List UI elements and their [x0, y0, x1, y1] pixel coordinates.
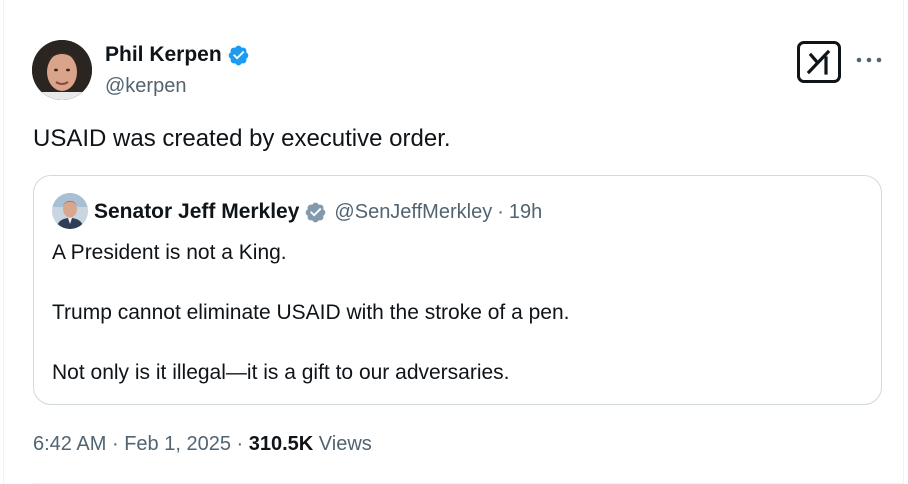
quoted-author-name[interactable]: Senator Jeff Merkley: [94, 199, 299, 225]
author-handle[interactable]: @kerpen: [105, 74, 186, 98]
quoted-tweet[interactable]: Senator Jeff Merkley @SenJeffMerkley · 1…: [33, 175, 882, 405]
more-options-icon: [856, 57, 882, 63]
views-count[interactable]: 310.5K: [249, 433, 314, 455]
tweet-meta: 6:42 AM · Feb 1, 2025 · 310.5K Views: [33, 430, 372, 458]
more-options-button[interactable]: [854, 48, 884, 72]
grok-icon: [806, 49, 831, 75]
author-name-row: Phil Kerpen: [105, 42, 250, 68]
views-label: Views: [318, 433, 372, 455]
meta-separator: ·: [111, 433, 119, 455]
tweet-time[interactable]: 6:42 AM: [33, 433, 106, 455]
tweet-text: USAID was created by executive order.: [33, 125, 451, 152]
quoted-separator: ·: [497, 201, 504, 223]
verified-badge-icon[interactable]: [227, 44, 250, 67]
author-avatar-image: [32, 40, 92, 100]
meta-separator: ·: [236, 433, 244, 455]
author-name[interactable]: Phil Kerpen: [105, 42, 222, 68]
government-verified-badge-icon[interactable]: [304, 201, 327, 224]
quoted-paragraph: A President is not a King.: [52, 241, 287, 264]
quoted-header: Senator Jeff Merkley @SenJeffMerkley · 1…: [94, 199, 542, 225]
quoted-timestamp[interactable]: 19h: [509, 199, 542, 225]
tweet-date[interactable]: Feb 1, 2025: [124, 433, 231, 455]
grok-button[interactable]: [797, 41, 841, 83]
quoted-author-handle[interactable]: @SenJeffMerkley: [334, 199, 492, 225]
quoted-paragraph: Not only is it illegal—it is a gift to o…: [52, 361, 510, 384]
quoted-author-avatar[interactable]: [52, 193, 88, 229]
author-avatar[interactable]: [32, 40, 92, 100]
quoted-paragraph: Trump cannot eliminate USAID with the st…: [52, 301, 570, 324]
quoted-author-avatar-image: [52, 193, 88, 229]
tweet-card: Phil Kerpen @kerpen USAID was created by…: [3, 0, 904, 484]
quoted-text: A President is not a King. Trump cannot …: [52, 238, 569, 388]
